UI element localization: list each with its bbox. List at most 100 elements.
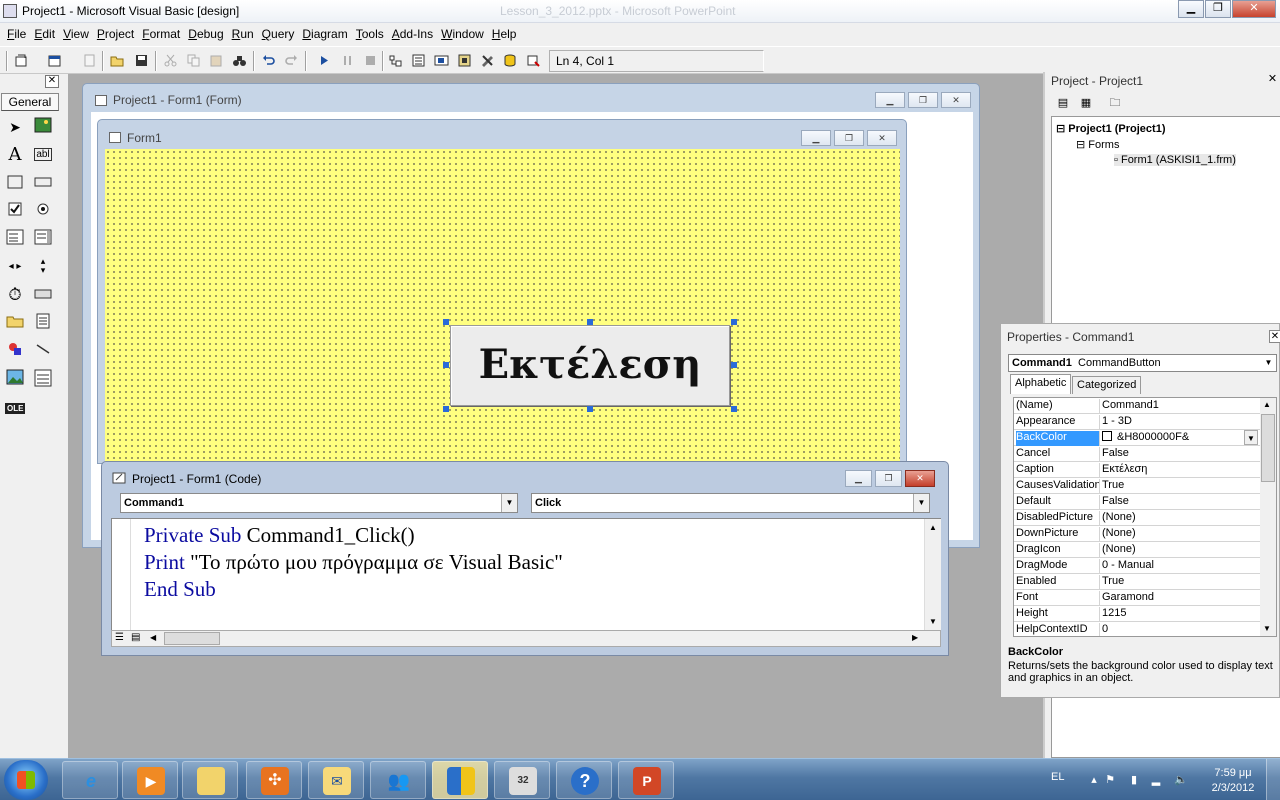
menu-edit[interactable]: Edit [34, 27, 55, 41]
code-horizontal-scrollbar[interactable]: ☰ ▤ ◀ ▶ [111, 630, 941, 647]
object-combo[interactable]: Command1 ▼ [120, 493, 518, 513]
close-button[interactable]: ✕ [1232, 0, 1276, 18]
component-manager-icon[interactable] [526, 53, 541, 68]
vscrollbar-tool-icon[interactable]: ▴ ▾ [33, 257, 53, 277]
scroll-thumb[interactable] [1261, 414, 1275, 482]
language-indicator[interactable]: EL [1051, 771, 1064, 783]
toolbar-grip[interactable] [6, 51, 8, 71]
flag-icon[interactable]: ⚑ [1104, 773, 1116, 786]
code-close-button[interactable]: ✕ [905, 470, 935, 487]
chevron-down-icon[interactable]: ▼ [1261, 355, 1276, 371]
shape-tool-icon[interactable] [5, 341, 25, 361]
copy-icon[interactable] [186, 53, 201, 68]
scroll-right-icon[interactable]: ▶ [912, 633, 918, 642]
save-project-icon[interactable] [134, 53, 149, 68]
taskbar-media-player[interactable]: ▶ [122, 761, 178, 799]
start-button[interactable] [4, 760, 48, 800]
property-row[interactable]: Caption Εκτέλεση [1014, 462, 1260, 478]
pointer-tool-icon[interactable]: ➤ [5, 117, 25, 137]
vb-app-icon[interactable] [3, 4, 17, 18]
volume-icon[interactable]: 🔈 [1174, 773, 1188, 786]
tab-categorized[interactable]: Categorized [1072, 376, 1142, 394]
full-module-view-icon[interactable]: ▤ [131, 632, 140, 643]
chevron-down-icon[interactable]: ▼ [501, 494, 517, 512]
menu-query[interactable]: Query [262, 27, 295, 41]
menu-debug[interactable]: Debug [188, 27, 223, 41]
resize-handle-se[interactable] [731, 406, 737, 412]
scroll-down-icon[interactable]: ▼ [927, 615, 939, 628]
start-icon[interactable] [316, 53, 331, 68]
filelistbox-tool-icon[interactable] [33, 313, 53, 333]
property-row[interactable]: HelpContextID 0 [1014, 622, 1260, 636]
label-tool-icon[interactable]: A [5, 145, 25, 165]
procedure-view-icon[interactable]: ☰ [115, 632, 124, 643]
toolbox-tab-general[interactable]: General [1, 93, 59, 111]
tray-expand-icon[interactable]: ▴ [1088, 773, 1100, 786]
resize-handle-w[interactable] [443, 362, 449, 368]
chevron-down-icon[interactable]: ▼ [913, 494, 929, 512]
property-row[interactable]: Default False [1014, 494, 1260, 510]
view-code-icon[interactable]: ▤ [1054, 95, 1072, 111]
add-project-icon[interactable] [14, 53, 29, 68]
add-form-icon[interactable] [47, 53, 62, 68]
code-minimize-button[interactable]: ▁ [845, 470, 872, 487]
picturebox-tool-icon[interactable] [33, 117, 53, 137]
optionbutton-tool-icon[interactable] [33, 201, 53, 221]
resize-handle-ne[interactable] [731, 319, 737, 325]
taskbar-help[interactable]: ? [556, 761, 612, 799]
command1-button[interactable]: Εκτέλεση [450, 325, 730, 406]
form1-minimize-button[interactable]: ▁ [801, 130, 831, 146]
menu-tools[interactable]: Tools [356, 27, 384, 41]
chevron-down-icon[interactable]: ▼ [1244, 430, 1258, 445]
taskbar-ie[interactable]: e [62, 761, 118, 799]
menu-view[interactable]: View [63, 27, 89, 41]
textbox-tool-icon[interactable]: abl [33, 145, 53, 165]
open-project-icon[interactable] [110, 53, 125, 68]
line-tool-icon[interactable] [33, 341, 53, 361]
procedure-combo[interactable]: Click ▼ [531, 493, 930, 513]
properties-object-combo[interactable]: Command1 CommandButton ▼ [1008, 354, 1277, 372]
form-layout-icon[interactable] [434, 53, 449, 68]
property-row[interactable]: (Name) Command1 [1014, 398, 1260, 414]
menu-help[interactable]: Help [492, 27, 517, 41]
code-editor[interactable]: Private Sub Command1_Click() Print "Το π… [111, 518, 941, 631]
designer-restore-button[interactable]: ❐ [908, 92, 938, 108]
resize-handle-e[interactable] [731, 362, 737, 368]
code-restore-button[interactable]: ❐ [875, 470, 902, 487]
taskbar-vb6[interactable]: 32 [494, 761, 550, 799]
end-icon[interactable] [363, 53, 378, 68]
frame-tool-icon[interactable] [5, 173, 25, 193]
properties-close-icon[interactable]: ✕ [1269, 330, 1280, 343]
menu-format[interactable]: Format [142, 27, 180, 41]
hscrollbar-tool-icon[interactable]: ◂ ▸ [5, 257, 25, 277]
scroll-up-icon[interactable]: ▲ [927, 521, 939, 534]
show-desktop-button[interactable] [1266, 759, 1280, 800]
resize-handle-n[interactable] [587, 319, 593, 325]
tree-forms-folder[interactable]: ⊟ Forms [1076, 138, 1119, 151]
menu-editor-icon[interactable] [82, 53, 97, 68]
designer-minimize-button[interactable]: ▁ [875, 92, 905, 108]
ole-tool-icon[interactable]: OLE [5, 399, 26, 419]
code-margin[interactable] [112, 519, 131, 630]
signal-icon[interactable]: ▂ [1150, 773, 1162, 786]
form1-close-button[interactable]: ✕ [867, 130, 897, 146]
break-icon[interactable] [340, 53, 355, 68]
property-row[interactable]: DragIcon (None) [1014, 542, 1260, 558]
property-row[interactable]: Cancel False [1014, 446, 1260, 462]
drivelistbox-tool-icon[interactable] [33, 285, 53, 305]
property-row[interactable]: DownPicture (None) [1014, 526, 1260, 542]
undo-icon[interactable] [261, 53, 276, 68]
property-row[interactable]: Font Garamond [1014, 590, 1260, 606]
taskbar-explorer[interactable] [182, 761, 238, 799]
taskbar-security[interactable] [432, 761, 488, 799]
property-row[interactable]: Appearance 1 - 3D [1014, 414, 1260, 430]
menu-window[interactable]: Window [441, 27, 484, 41]
property-row[interactable]: Enabled True [1014, 574, 1260, 590]
view-object-icon[interactable]: ▦ [1077, 95, 1095, 111]
tree-project-node[interactable]: ⊟ Project1 (Project1) [1056, 122, 1165, 135]
scroll-thumb[interactable] [164, 632, 220, 645]
taskbar-messenger[interactable]: 👥 [370, 761, 426, 799]
code-vertical-scrollbar[interactable]: ▲ ▼ [924, 519, 941, 630]
project-explorer-icon[interactable] [388, 53, 403, 68]
toolbox-icon[interactable] [480, 53, 495, 68]
